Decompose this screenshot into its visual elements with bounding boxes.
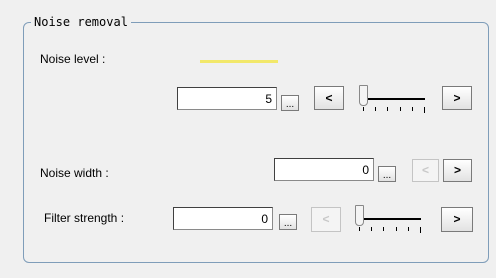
noise-level-increment-button[interactable]: > <box>442 86 472 110</box>
slider-ticks <box>359 227 421 233</box>
noise-level-ellipsis-button[interactable]: ... <box>281 95 299 111</box>
noise-width-ellipsis-button[interactable]: ... <box>378 166 396 182</box>
noise-removal-panel: Noise removal Noise level : 5 ... < > No… <box>0 0 496 278</box>
slider-thumb[interactable] <box>355 205 364 226</box>
noise-width-field[interactable]: 0 <box>274 158 374 181</box>
noise-width-decrement-button[interactable]: < <box>412 159 439 182</box>
noise-level-field[interactable]: 5 <box>177 87 277 110</box>
filter-strength-slider[interactable] <box>355 205 425 239</box>
filter-strength-ellipsis-button[interactable]: ... <box>279 214 297 230</box>
noise-width-increment-button[interactable]: > <box>443 159 472 182</box>
slider-track <box>363 98 425 100</box>
noise-level-indicator-line <box>200 60 278 63</box>
filter-strength-decrement-button[interactable]: < <box>311 207 341 232</box>
noise-level-slider[interactable] <box>359 85 429 119</box>
noise-width-label: Noise width : <box>40 166 109 180</box>
noise-level-decrement-button[interactable]: < <box>314 86 344 110</box>
group-title: Noise removal <box>31 15 131 29</box>
noise-level-label: Noise level : <box>40 52 106 66</box>
filter-strength-increment-button[interactable]: > <box>441 207 473 232</box>
slider-track <box>359 218 421 220</box>
filter-strength-field[interactable]: 0 <box>173 207 273 230</box>
slider-ticks <box>363 107 425 113</box>
slider-thumb[interactable] <box>359 85 368 106</box>
filter-strength-label: Filter strength : <box>44 211 125 225</box>
